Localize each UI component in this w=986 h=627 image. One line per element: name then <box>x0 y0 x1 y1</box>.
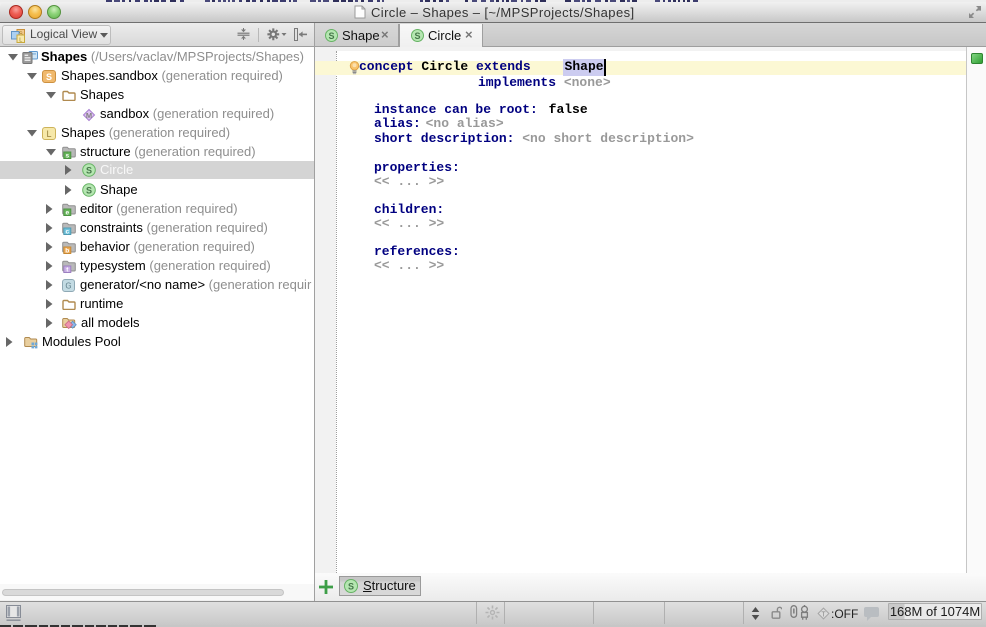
svg-text:e: e <box>65 209 69 216</box>
svg-text:S: S <box>46 72 52 82</box>
svg-text:S: S <box>328 31 334 41</box>
svg-text:G: G <box>65 282 71 291</box>
svg-text:M: M <box>86 111 92 120</box>
svg-text:S: S <box>348 581 354 591</box>
svg-text:s: s <box>65 152 69 159</box>
svg-text:b: b <box>65 247 69 254</box>
svg-text:T: T <box>821 611 826 618</box>
svg-text:L: L <box>46 129 51 139</box>
svg-text:c: c <box>65 228 69 235</box>
svg-text:L: L <box>19 37 22 43</box>
svg-text:S: S <box>86 185 92 195</box>
svg-text:S: S <box>414 31 420 41</box>
svg-text:S: S <box>86 165 92 175</box>
